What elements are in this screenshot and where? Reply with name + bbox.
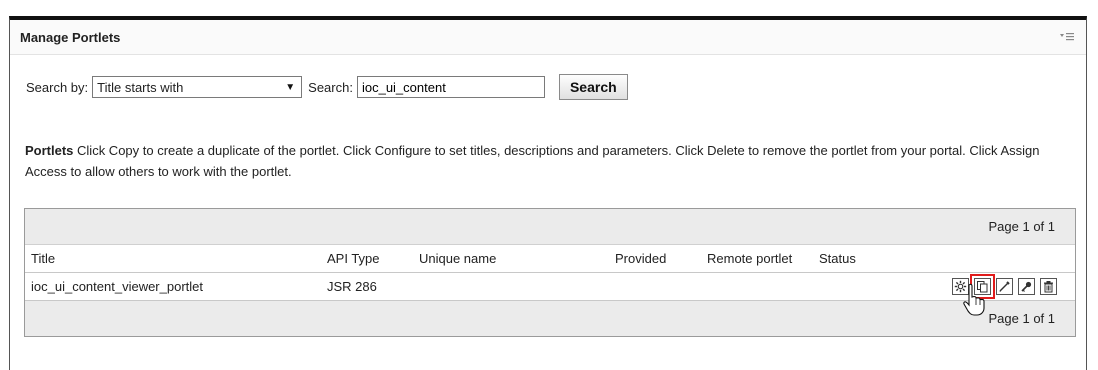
column-status: Status (819, 251, 856, 266)
search-bar: Search by: Title starts with ▼ Search: S… (10, 72, 628, 102)
search-by-select[interactable]: Title starts with ▼ (92, 76, 303, 98)
description-heading: Portlets (25, 143, 74, 158)
copy-icon[interactable] (970, 274, 995, 299)
description-text: Click Copy to create a duplicate of the … (25, 143, 1040, 179)
search-by-label: Search by: (26, 79, 89, 95)
pager-top: Page 1 of 1 (25, 209, 1075, 245)
row-actions (952, 274, 1075, 299)
page-indicator-bottom: Page 1 of 1 (988, 311, 1056, 326)
configure-icon[interactable] (952, 278, 969, 295)
portlets-table: Page 1 of 1 Title API Type Unique name P… (24, 208, 1076, 337)
column-title: Title (31, 251, 56, 266)
column-provided: Provided (615, 251, 667, 266)
search-by-value: Title starts with (97, 79, 184, 95)
portlet-header: Manage Portlets (10, 20, 1086, 55)
page-indicator-top: Page 1 of 1 (988, 219, 1056, 234)
search-button[interactable]: Search (558, 74, 628, 100)
chevron-down-icon: ▼ (285, 81, 296, 93)
table-header: Title API Type Unique name Provided Remo… (25, 245, 1075, 273)
page-title: Manage Portlets (20, 29, 121, 45)
assign-access-icon[interactable] (1018, 278, 1035, 295)
column-remote-portlet: Remote portlet (707, 251, 793, 266)
table-row: ioc_ui_content_viewer_portlet JSR 286 (25, 273, 1075, 301)
pager-bottom: Page 1 of 1 (25, 301, 1075, 336)
search-label: Search: (308, 79, 353, 95)
delete-icon[interactable] (1040, 278, 1057, 295)
portlet-menu-icon[interactable] (1058, 30, 1076, 44)
edit-icon[interactable] (996, 278, 1013, 295)
cell-title: ioc_ui_content_viewer_portlet (31, 279, 203, 294)
column-api-type: API Type (327, 251, 380, 266)
manage-portlets-panel: Manage Portlets Search by: Title starts … (9, 16, 1087, 370)
portlets-description: Portlets Click Copy to create a duplicat… (25, 140, 1075, 182)
search-input[interactable] (356, 76, 545, 98)
column-unique-name: Unique name (419, 251, 497, 266)
cell-api-type: JSR 286 (327, 279, 377, 294)
